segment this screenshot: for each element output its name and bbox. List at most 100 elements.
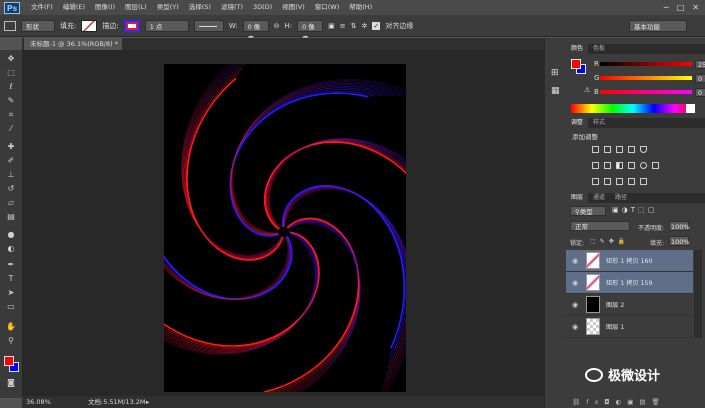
properties-panel-icon[interactable]: ▦ [551,86,560,96]
blue-slider[interactable] [600,90,692,94]
zoom-tool-icon[interactable]: ⚲ [6,336,16,346]
fg-color-swatch[interactable] [571,59,581,69]
lasso-tool-icon[interactable]: ℓ [6,82,16,92]
clone-stamp-tool-icon[interactable]: ⊥ [6,170,16,180]
red-slider[interactable] [600,62,692,66]
visibility-eye-icon[interactable]: ◉ [570,301,580,309]
hand-tool-icon[interactable]: ✋ [6,322,16,332]
visibility-eye-icon[interactable]: ◉ [570,323,580,331]
gradient-map-icon[interactable] [628,178,635,185]
maximize-icon[interactable]: □ [677,3,685,12]
layers-footer-icons[interactable]: ⛓fx◘◐▣▤🗑 [572,398,666,406]
layer-row[interactable]: ◉ 图层 1 [566,316,693,338]
tab-layers[interactable]: 图层 [566,193,589,203]
brush-tool-icon[interactable]: ✐ [6,156,16,166]
shape-mode-select[interactable]: 形状 [21,19,55,32]
layer-row[interactable]: ◉ 图层 2 [566,294,693,316]
tab-adjustments[interactable]: 调整 [566,118,589,128]
white-black-swatch[interactable] [686,104,695,113]
levels-icon[interactable] [604,146,611,153]
menu-file[interactable]: 文件(F) [26,0,58,15]
pen-tool-icon[interactable]: ✒ [6,260,16,270]
document-size[interactable]: 文档:5.51M/13.2M [88,396,146,408]
layer-filter-select[interactable]: ⚲类型 [570,206,606,216]
menu-edit[interactable]: 编辑(E) [58,0,90,15]
rectangle-tool-icon[interactable]: ▭ [6,302,16,312]
blur-tool-icon[interactable]: ● [6,230,16,240]
menu-help[interactable]: 帮助(H) [344,0,377,15]
workspace-select[interactable]: 基本功能 [629,19,687,32]
minimize-icon[interactable]: ─ [664,3,669,12]
color-lookup-icon[interactable] [652,162,659,169]
warning-icon[interactable]: ⚠ [584,86,590,94]
selective-color-icon[interactable] [640,178,647,185]
tab-channels[interactable]: 通道 [588,193,610,203]
b-value[interactable]: 0 [695,87,705,97]
path-arrange-icon[interactable]: ⇅ [351,22,357,30]
foreground-color-swatch[interactable] [4,356,14,366]
threshold-icon[interactable] [616,178,623,185]
menu-image[interactable]: 图像(I) [90,0,120,15]
status-arrow-icon[interactable]: ▸ [146,396,149,408]
fill-field[interactable]: 100% [669,236,690,246]
menu-select[interactable]: 选择(S) [184,0,216,15]
tab-swatches[interactable]: 色板 [588,44,610,54]
healing-brush-tool-icon[interactable]: ✚ [6,142,16,152]
filter-icons[interactable]: ▣◑T⬚▢ [612,206,657,214]
align-edges-checkbox[interactable]: ✓ [372,21,381,30]
r-value[interactable]: 255 [695,59,705,69]
layer-row[interactable]: ◉ 矩形 1 拷贝 160 [566,250,693,272]
width-field[interactable]: 0 像素 [242,19,269,43]
vibrance-icon[interactable] [640,146,647,153]
document-tab[interactable]: 未标题-1 @ 36.1%(RGB/8) * [24,38,122,50]
layers-scrollbar[interactable] [694,250,702,338]
eyedropper-tool-icon[interactable]: ⁄ [6,124,16,134]
stroke-width-field[interactable]: 1 点 [144,19,189,32]
menu-view[interactable]: 视图(V) [277,0,310,15]
tab-styles[interactable]: 样式 [588,118,610,128]
visibility-eye-icon[interactable]: ◉ [570,257,580,265]
layer-name[interactable]: 图层 2 [606,300,624,309]
type-tool-icon[interactable]: T [6,274,16,284]
tab-paths[interactable]: 路径 [610,193,632,203]
gradient-tool-icon[interactable]: ▤ [6,212,16,222]
path-select-tool-icon[interactable]: ➤ [6,288,16,298]
path-ops-icon[interactable]: ▣ [328,22,335,30]
menu-3d[interactable]: 3D(D) [248,0,277,15]
document-canvas[interactable] [100,32,472,408]
stroke-type-select[interactable] [193,19,224,32]
channel-mixer-icon[interactable] [640,162,647,169]
hue-saturation-icon[interactable] [592,162,599,169]
color-balance-icon[interactable] [604,162,611,169]
photo-filter-icon[interactable] [628,162,635,169]
gear-icon[interactable]: ✲ [361,22,367,30]
path-align-icon[interactable]: ≡ [340,22,346,30]
tab-color[interactable]: 颜色 [566,44,589,54]
layer-name[interactable]: 矩形 1 拷贝 160 [606,256,652,265]
black-white-icon[interactable] [616,162,623,169]
dodge-tool-icon[interactable]: ◐ [6,244,16,254]
height-field[interactable]: 0 像素 [297,19,324,43]
move-tool-icon[interactable]: ✥ [6,54,16,64]
menu-type[interactable]: 类型(Y) [152,0,184,15]
visibility-eye-icon[interactable]: ◉ [570,279,580,287]
brightness-icon[interactable] [592,146,599,153]
link-icon[interactable]: ⊖ [274,22,280,30]
posterize-icon[interactable] [604,178,611,185]
zoom-level[interactable]: 36.08% [26,396,51,408]
layer-row[interactable]: ◉ 矩形 1 拷贝 159 [566,272,693,294]
quick-select-tool-icon[interactable]: ✎ [6,96,16,106]
menu-filter[interactable]: 滤镜(T) [216,0,248,15]
menu-window[interactable]: 窗口(W) [310,0,345,15]
history-panel-icon[interactable]: ⊞ [551,68,559,78]
opacity-field[interactable]: 100% [669,221,690,231]
stroke-swatch[interactable] [123,19,140,32]
lock-icons[interactable]: ⬚✎✥🔒 [590,238,629,245]
close-icon[interactable]: ✕ [692,3,699,12]
exposure-icon[interactable] [628,146,635,153]
menu-layer[interactable]: 图层(L) [120,0,152,15]
layer-name[interactable]: 图层 1 [606,322,624,331]
layer-name[interactable]: 矩形 1 拷贝 159 [606,278,652,287]
color-spectrum-bar[interactable] [571,104,695,113]
eraser-tool-icon[interactable]: ▱ [6,198,16,208]
